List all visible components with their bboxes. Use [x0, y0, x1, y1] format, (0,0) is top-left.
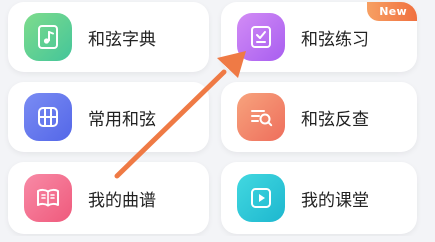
video-play-icon — [251, 188, 271, 208]
search-list-icon — [251, 110, 273, 127]
my-classroom-label: 我的课堂 — [301, 190, 369, 211]
chord-practice-icon — [237, 13, 285, 61]
new-badge: New — [367, 2, 417, 21]
feature-grid: 和弦字典 和弦练习 New 常用和弦 和弦反查 我的曲谱 我的课堂 — [0, 0, 435, 242]
chord-dictionary-card[interactable]: 和弦字典 — [8, 2, 209, 72]
chord-lookup-label: 和弦反查 — [301, 109, 369, 130]
my-sheets-card[interactable]: 我的曲谱 — [8, 162, 209, 234]
my-classroom-card[interactable]: 我的课堂 — [221, 162, 417, 234]
fretboard-icon — [38, 107, 58, 127]
practice-checklist-icon — [251, 26, 271, 48]
music-file-icon — [38, 25, 58, 49]
my-sheets-icon — [24, 174, 72, 222]
chord-practice-card[interactable]: 和弦练习 New — [221, 2, 417, 72]
chord-lookup-card[interactable]: 和弦反查 — [221, 82, 417, 152]
chord-dictionary-label: 和弦字典 — [88, 29, 156, 50]
common-chords-card[interactable]: 常用和弦 — [8, 82, 209, 152]
sheet-book-icon — [37, 188, 59, 207]
common-chords-icon — [24, 93, 72, 141]
my-sheets-label: 我的曲谱 — [88, 190, 156, 211]
chord-lookup-icon — [237, 93, 285, 141]
chord-practice-label: 和弦练习 — [301, 29, 369, 50]
bottom-strip — [0, 236, 435, 242]
chord-dictionary-icon — [24, 13, 72, 61]
common-chords-label: 常用和弦 — [88, 109, 156, 130]
my-classroom-icon — [237, 174, 285, 222]
